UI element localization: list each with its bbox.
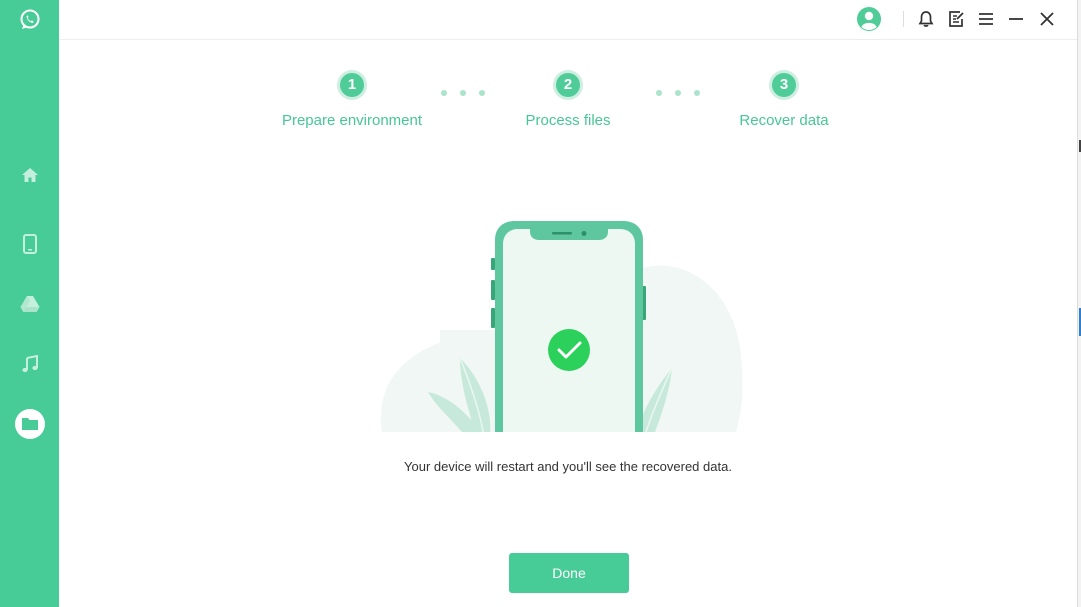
sidebar-item-device[interactable] [0,224,59,264]
window-edge [1077,0,1081,607]
minimize-button[interactable] [1003,6,1029,32]
notifications-button[interactable] [913,6,939,32]
status-message: Your device will restart and you'll see … [404,459,732,474]
done-button[interactable]: Done [509,553,629,593]
close-icon [1040,12,1054,26]
success-check-icon [548,329,590,371]
step-indicator: 1 [337,70,367,100]
sidebar-item-google-drive[interactable] [0,284,59,324]
home-icon [21,168,38,182]
minimize-icon [1009,18,1023,20]
whatsapp-logo-icon [0,0,59,40]
feedback-button[interactable] [943,6,969,32]
sidebar-item-music[interactable] [0,344,59,384]
sidebar-item-home[interactable] [0,155,59,195]
step-indicator: 3 [769,70,799,100]
step-number: 1 [340,73,364,97]
active-indicator [14,409,45,439]
step-label: Recover data [739,112,829,129]
menu-button[interactable] [973,6,999,32]
edit-icon [949,11,964,27]
step-number: 2 [556,73,580,97]
step-number: 3 [772,73,796,97]
google-drive-icon [20,296,39,312]
folder-icon [21,418,38,430]
music-icon [21,355,38,373]
step-prepare-environment: 1 Prepare environment [262,70,442,129]
bell-icon [918,11,934,27]
menu-icon [979,13,993,25]
close-button[interactable] [1034,6,1060,32]
step-indicator: 2 [553,70,583,100]
step-recover-data: 3 Recover data [694,70,874,129]
step-label: Prepare environment [281,112,423,129]
title-bar [59,0,1077,40]
phone-success-illustration [380,218,745,433]
user-avatar-icon [857,7,881,31]
user-avatar-button[interactable] [856,6,882,32]
step-process-files: 2 Process files [478,70,658,129]
toolbar-divider [903,11,904,27]
sidebar-item-files[interactable] [0,404,59,444]
step-label: Process files [525,112,611,129]
sidebar [0,0,59,607]
phone-icon [22,234,37,254]
